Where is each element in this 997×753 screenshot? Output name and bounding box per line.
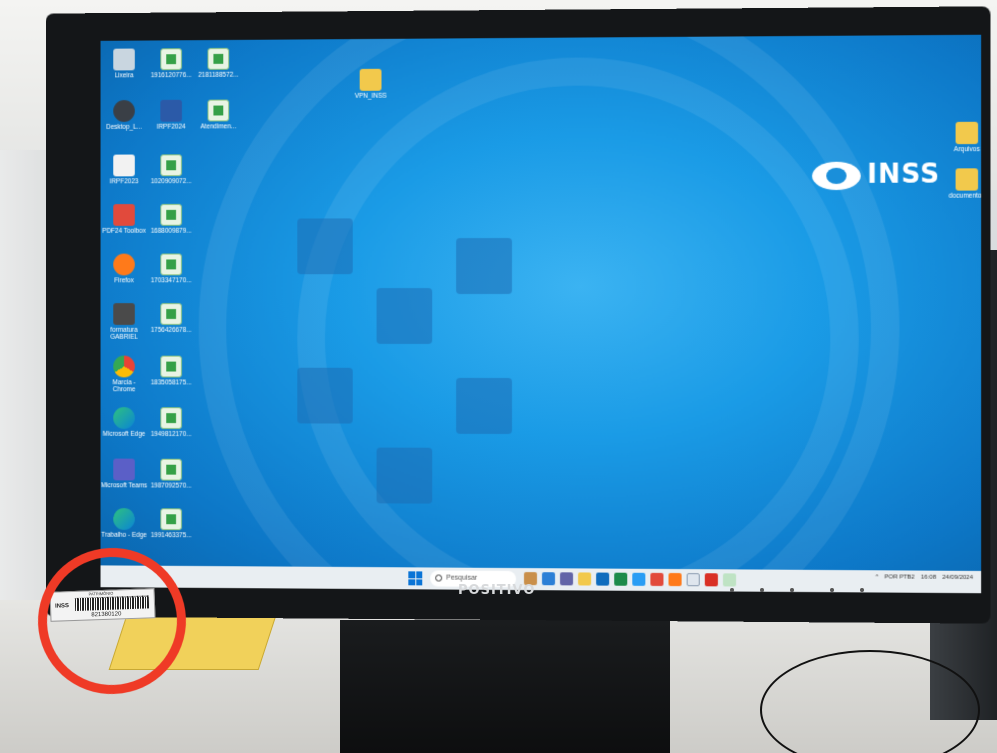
inss-logo-mark — [812, 161, 862, 190]
start-button[interactable] — [408, 571, 423, 586]
spreadsheet-icon — [160, 508, 182, 531]
edge-icon — [113, 407, 135, 429]
desktop-icon-spreadsheet[interactable]: 1020909072... — [148, 154, 195, 185]
irpf-icon — [160, 99, 182, 122]
desktop-icon-chrome[interactable]: Marcia - Chrome — [101, 355, 148, 394]
desktop-icon-folder[interactable]: documentos — [942, 168, 981, 200]
monitor-button[interactable] — [760, 588, 764, 592]
desktop-icon[interactable]: formatura GABRIEL — [101, 303, 148, 341]
system-tray: ^ POR PTB2 16:08 24/09/2024 — [875, 574, 972, 581]
monitor: Lixeira Desktop_L... IRPF2023 PDF24 Tool… — [45, 6, 991, 624]
irpf-icon — [113, 154, 135, 177]
wallpaper-tile — [297, 218, 353, 275]
desktop-icon-folder[interactable]: VPN_INSS — [347, 68, 395, 100]
desktop-icon-spreadsheet[interactable]: 1916120776... — [148, 48, 195, 79]
tray-date[interactable]: 24/09/2024 — [942, 575, 973, 581]
monitor-button[interactable] — [790, 588, 794, 592]
photo-icon — [113, 303, 135, 325]
wallpaper-tile — [376, 288, 433, 344]
monitor-button[interactable] — [860, 588, 864, 592]
spreadsheet-icon — [160, 203, 182, 226]
teams-icon — [113, 458, 135, 481]
desktop-icon-recycle-bin[interactable]: Lixeira — [101, 48, 148, 79]
spreadsheet-icon — [160, 154, 182, 177]
desktop-icon-spreadsheet[interactable]: 1688009879... — [148, 203, 195, 235]
desktop-icon-edge[interactable]: Microsoft Edge — [101, 407, 148, 438]
folder-icon — [955, 121, 979, 145]
desktop-icon-spreadsheet[interactable]: 2181188572... — [195, 47, 242, 79]
inss-logo: INSS — [812, 159, 940, 190]
desktop-screen: Lixeira Desktop_L... IRPF2023 PDF24 Tool… — [100, 34, 982, 594]
firefox-icon — [113, 253, 135, 276]
desktop-icon[interactable]: Desktop_L... — [101, 100, 148, 131]
desktop-icon-spreadsheet[interactable]: 1756426678... — [148, 303, 195, 334]
taskbar-app[interactable] — [650, 572, 664, 587]
taskbar-app[interactable] — [722, 573, 737, 587]
desktop-icon-spreadsheet[interactable]: 1835058175... — [148, 355, 195, 387]
spreadsheet-icon — [160, 458, 182, 481]
taskbar-app[interactable] — [668, 573, 682, 587]
spreadsheet-icon — [160, 253, 182, 276]
desktop-icon[interactable]: IRPF2024 — [148, 99, 195, 131]
spreadsheet-icon — [160, 407, 182, 430]
desktop-icon-spreadsheet[interactable]: 1703347170... — [148, 253, 195, 284]
desktop-icon-folder[interactable]: Arquivos — [942, 121, 981, 154]
pdf24-icon — [113, 204, 135, 226]
taskbar-app[interactable] — [704, 573, 718, 587]
spreadsheet-icon — [207, 99, 230, 122]
recycle-bin-icon — [113, 48, 135, 71]
desktop-icon[interactable]: IRPF2023 — [101, 154, 148, 185]
tray-time[interactable]: 16:08 — [921, 575, 936, 581]
desktop-icon[interactable]: PDF24 Toolbox — [101, 204, 148, 235]
folder-icon — [359, 68, 382, 91]
search-icon — [435, 574, 443, 582]
taskbar-app[interactable] — [596, 572, 610, 586]
desktop-icon-spreadsheet[interactable]: 1987092570... — [148, 458, 195, 490]
taskbar-app[interactable] — [578, 572, 592, 586]
wallpaper-tile — [456, 238, 513, 295]
monitor-button[interactable] — [730, 588, 734, 592]
disc-icon — [113, 100, 135, 122]
photo-scene: Lixeira Desktop_L... IRPF2023 PDF24 Tool… — [0, 0, 997, 753]
taskbar-app[interactable] — [686, 573, 700, 587]
desktop-icon-teams[interactable]: Microsoft Teams — [101, 458, 148, 490]
taskbar: Pesquisar ^ POR PTB2 16:08 24/09/2024 — [100, 565, 982, 594]
spreadsheet-icon — [160, 48, 182, 71]
taskbar-app[interactable] — [632, 572, 646, 586]
desktop-icon-spreadsheet[interactable]: Atendimen... — [195, 99, 242, 130]
folder-icon — [955, 168, 979, 191]
chevron-up-icon[interactable]: ^ — [875, 574, 878, 580]
desktop-icon-firefox[interactable]: Firefox — [101, 253, 148, 285]
spreadsheet-icon — [207, 47, 230, 70]
monitor-button[interactable] — [830, 588, 834, 592]
spreadsheet-icon — [160, 303, 182, 325]
wallpaper-tile — [456, 377, 513, 434]
taskbar-app[interactable] — [614, 572, 628, 586]
wallpaper-tile — [376, 447, 433, 504]
desktop-icon-spreadsheet[interactable]: 1991463375... — [148, 508, 195, 539]
taskbar-app[interactable] — [542, 572, 556, 586]
monitor-brand: POSITIVO — [458, 583, 536, 598]
desktop-icon-edge[interactable]: Trabalho - Edge — [101, 508, 148, 539]
taskbar-app[interactable] — [560, 572, 574, 586]
spreadsheet-icon — [160, 355, 182, 378]
monitor-stand — [340, 620, 670, 753]
desktop-icon-spreadsheet[interactable]: 1949812170... — [148, 407, 195, 438]
tray-language[interactable]: POR PTB2 — [884, 574, 914, 580]
chrome-icon — [113, 355, 135, 378]
wallpaper-tile — [297, 367, 353, 424]
edge-icon — [113, 508, 135, 530]
